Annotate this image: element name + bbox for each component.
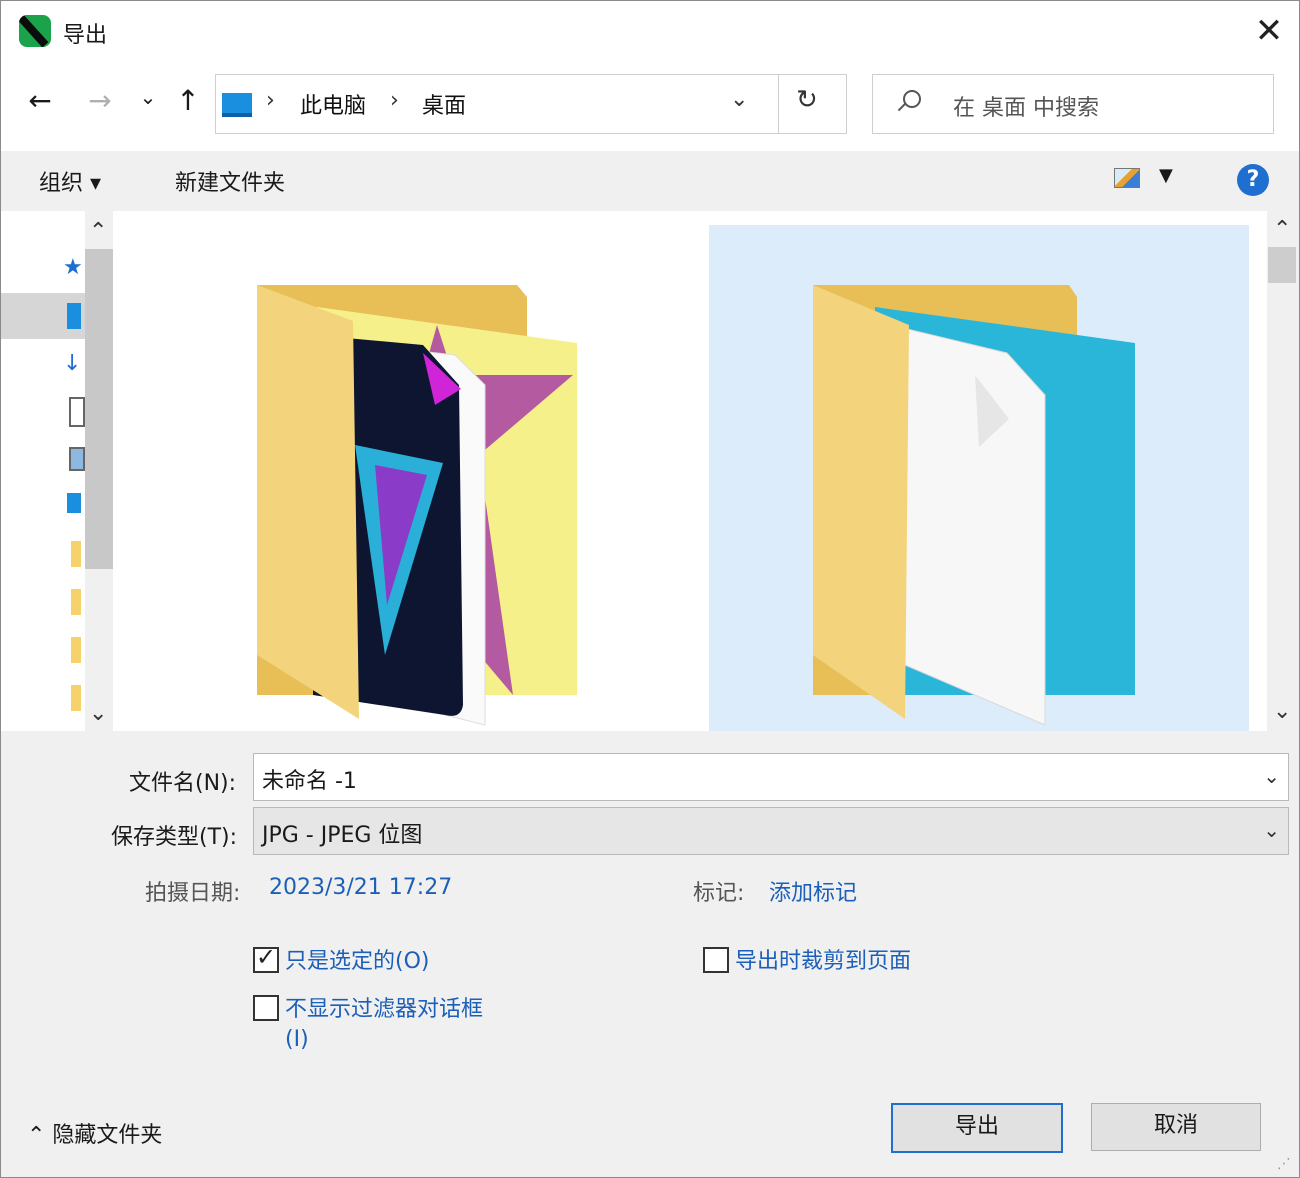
app-logo-icon [19,15,51,47]
scroll-up-icon[interactable]: ⌃ [1273,217,1291,242]
add-tag-link[interactable]: 添加标记 [769,875,857,907]
selected-only-checkbox[interactable]: ✓ [253,943,279,973]
navigation-pane: ★ ↓ ⌃ ⌄ [1,211,113,731]
quick-access-pin-icon[interactable]: ★ [63,255,83,281]
nav-pane-scroll-thumb[interactable] [85,249,113,569]
back-arrow-icon[interactable]: ← [23,81,57,121]
new-folder-button[interactable]: 新建文件夹 [175,165,285,197]
cancel-button[interactable]: 取消 [1091,1103,1261,1151]
resize-grip-icon[interactable]: ⋰ [1277,1156,1291,1172]
date-taken-value: 2023/3/21 17:27 [269,875,453,900]
file-list [113,211,1267,731]
no-filter-dialog-label[interactable]: 不显示过滤器对话框 [285,991,483,1023]
search-icon [903,90,921,108]
breadcrumb-separator: › [266,88,275,113]
content-scrollbar[interactable] [1267,211,1299,731]
tags-label: 标记: [693,881,745,906]
filename-label: 文件名(N): [129,771,237,796]
toolbar: 组织 ▾ 新建文件夹 ▼ ? [1,151,1299,211]
divider [778,75,779,133]
crop-to-page-label[interactable]: 导出时裁剪到页面 [735,943,911,975]
breadcrumb-separator: › [390,88,399,113]
hide-folders-toggle[interactable]: ⌃ 隐藏文件夹 [27,1117,162,1149]
scroll-down-icon[interactable]: ⌄ [89,701,107,726]
this-pc-icon [222,93,252,117]
filetype-value: JPG - JPEG 位图 [262,823,423,848]
documents-icon[interactable] [69,397,85,427]
title-bar: 导出 ✕ [1,1,1299,63]
folder-icon[interactable] [71,589,81,615]
forward-arrow-icon[interactable]: → [83,81,117,121]
close-icon[interactable]: ✕ [1246,9,1292,55]
filename-dropdown-icon[interactable]: ⌄ [1263,764,1280,788]
downloads-icon[interactable]: ↓ [63,351,83,377]
address-dropdown-icon[interactable]: ⌄ [730,87,748,112]
filetype-select[interactable]: JPG - JPEG 位图 ⌄ [253,807,1289,855]
search-box[interactable]: 在 桌面 中搜索 [872,74,1274,134]
window-title: 导出 [63,23,108,48]
folder-icon[interactable] [71,685,81,711]
organize-button[interactable]: 组织 ▾ [39,165,101,197]
this-pc-icon[interactable] [67,493,81,513]
address-bar[interactable]: › 此电脑 › 桌面 ⌄ ↻ [215,74,847,134]
date-taken-label: 拍摄日期: [145,881,241,906]
refresh-icon[interactable]: ↻ [796,85,818,115]
pictures-icon[interactable] [69,447,85,471]
view-dropdown-icon[interactable]: ▼ [1159,165,1173,186]
filename-value[interactable]: 未命名 -1 [262,763,357,795]
folder-icon[interactable] [71,541,81,567]
search-input[interactable]: 在 桌面 中搜索 [953,90,1099,122]
breadcrumb-this-pc[interactable]: 此电脑 [300,88,366,120]
export-dialog: 导出 ✕ ← → ⌄ ↑ › 此电脑 › 桌面 ⌄ ↻ 在 桌面 中搜索 组织 … [0,0,1300,1178]
content-scroll-thumb[interactable] [1268,247,1296,283]
folder-with-files-icon [257,285,577,726]
up-arrow-icon[interactable]: ↑ [171,81,205,121]
no-filter-dialog-label-shortcut[interactable]: (I) [285,1027,309,1052]
recent-locations-icon[interactable]: ⌄ [131,77,165,117]
folder-tile-selected[interactable] [709,225,1249,731]
filetype-label: 保存类型(T): [111,825,238,850]
desktop-icon[interactable] [67,303,81,329]
help-icon[interactable]: ? [1237,164,1269,196]
scroll-up-icon[interactable]: ⌃ [89,219,107,244]
filetype-dropdown-icon[interactable]: ⌄ [1263,818,1280,842]
folder-icon[interactable] [71,637,81,663]
navigation-bar: ← → ⌄ ↑ › 此电脑 › 桌面 ⌄ ↻ 在 桌面 中搜索 [1,63,1299,151]
checkmark-icon: ✓ [256,943,277,971]
export-button[interactable]: 导出 [891,1103,1063,1153]
no-filter-dialog-checkbox[interactable] [253,995,279,1021]
crop-to-page-checkbox[interactable] [703,947,729,973]
scroll-down-icon[interactable]: ⌄ [1273,699,1291,724]
filename-field[interactable]: 未命名 -1 ⌄ [253,753,1289,801]
view-options-icon[interactable] [1114,168,1140,188]
selected-only-label[interactable]: 只是选定的(O) [285,943,429,975]
folder-tile[interactable] [123,225,663,731]
folder-with-documents-icon [813,285,1135,726]
breadcrumb-desktop[interactable]: 桌面 [422,88,466,120]
